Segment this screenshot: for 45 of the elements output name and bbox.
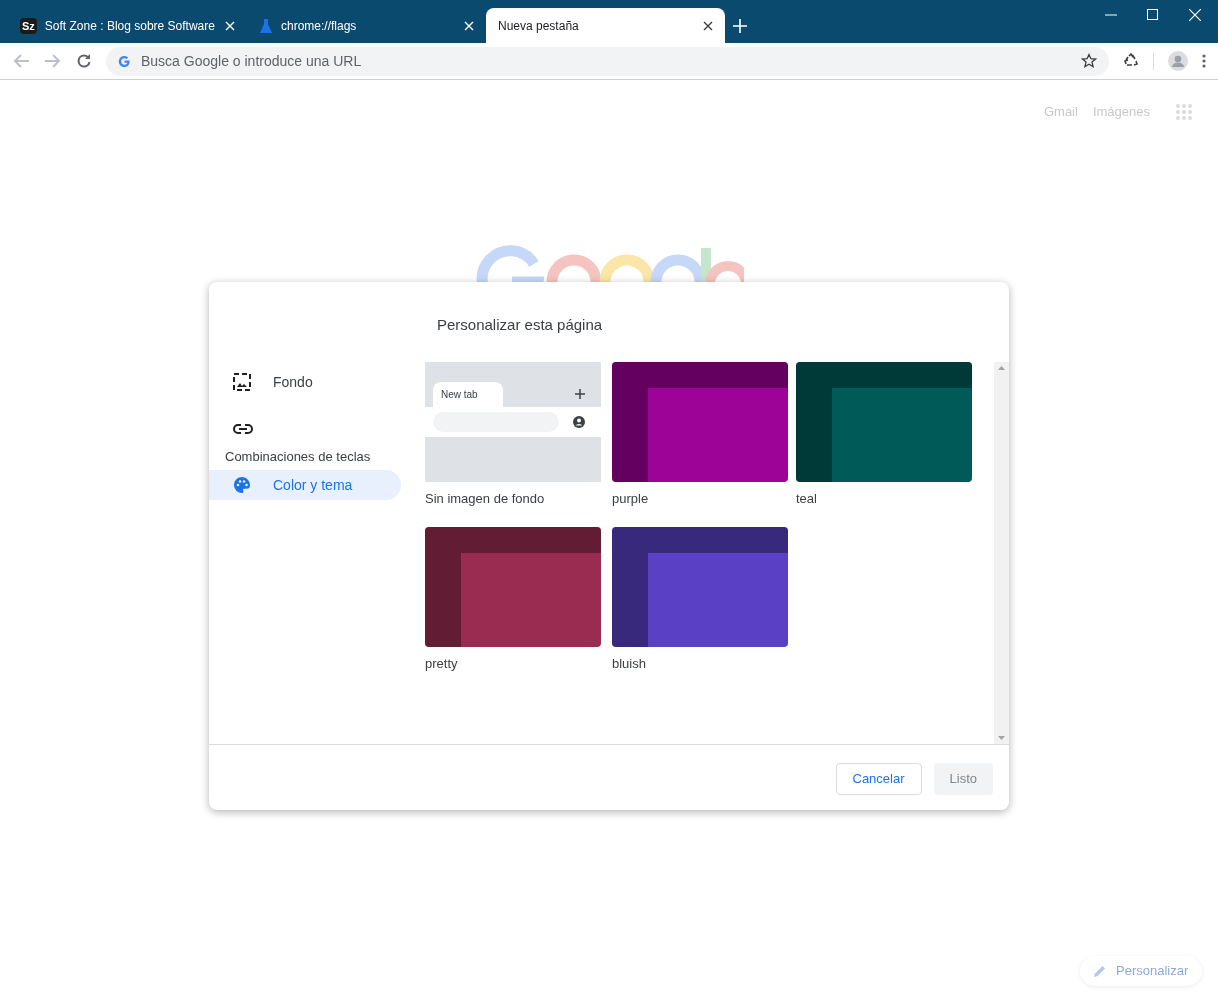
theme-tile[interactable] [612, 362, 788, 482]
browser-tab[interactable]: Sz Soft Zone : Blog sobre Software [8, 8, 247, 43]
dialog-title: Personalizar esta página [437, 316, 603, 333]
menu-icon[interactable] [1202, 54, 1206, 68]
tab-title: Soft Zone : Blog sobre Software [44, 17, 216, 35]
theme-label: Sin imagen de fondo [425, 490, 546, 508]
cancel-button[interactable]: Cancelar [835, 763, 922, 795]
pencil-icon [1094, 965, 1106, 977]
tab-title: chrome://flags [281, 17, 358, 35]
theme-tile[interactable]: New tab [425, 362, 601, 482]
menu-item[interactable]: Fondo [209, 367, 401, 397]
star-icon[interactable] [1081, 53, 1097, 69]
theme-label: bluish [612, 654, 647, 673]
profile-icon [573, 416, 585, 428]
reload-icon[interactable] [76, 53, 92, 69]
google-icon [118, 54, 131, 68]
plus-icon [575, 389, 585, 399]
theme-tile[interactable] [612, 526, 788, 647]
theme-label: teal [796, 490, 818, 508]
done-button[interactable]: Listo [933, 763, 993, 795]
theme-label: purple [612, 490, 650, 508]
flask-icon [259, 17, 273, 34]
link-icon [233, 424, 253, 434]
address-placeholder: Busca Google o introduce una URL [141, 51, 363, 71]
palette-icon [233, 476, 251, 494]
maximize-icon[interactable] [1147, 9, 1159, 21]
theme-tile[interactable] [425, 526, 601, 647]
address-bar[interactable]: Busca Google o introduce una URL [106, 46, 1109, 76]
tab-title: Nueva pestaña [498, 17, 580, 35]
browser-tab[interactable]: chrome://flags [247, 8, 486, 43]
scroll-down-icon[interactable] [998, 736, 1005, 740]
close-icon[interactable] [703, 20, 713, 31]
recycle-icon[interactable] [1123, 53, 1139, 69]
theme-label: pretty [425, 654, 459, 673]
site-logo-icon: Sz [20, 17, 37, 34]
menu-item[interactable]: Color y tema [209, 470, 401, 500]
browser-tab[interactable]: Nueva pestaña [486, 8, 725, 43]
scroll-up-icon[interactable] [998, 366, 1005, 370]
preview-tab: New tab [433, 382, 503, 407]
new-tab-icon[interactable] [733, 19, 747, 33]
theme-tile[interactable] [796, 362, 972, 482]
scrollbar[interactable] [994, 362, 1009, 744]
image-icon [233, 373, 251, 391]
menu-item[interactable]: Combinaciones de teclas [209, 411, 425, 470]
avatar-icon[interactable] [1168, 51, 1188, 71]
